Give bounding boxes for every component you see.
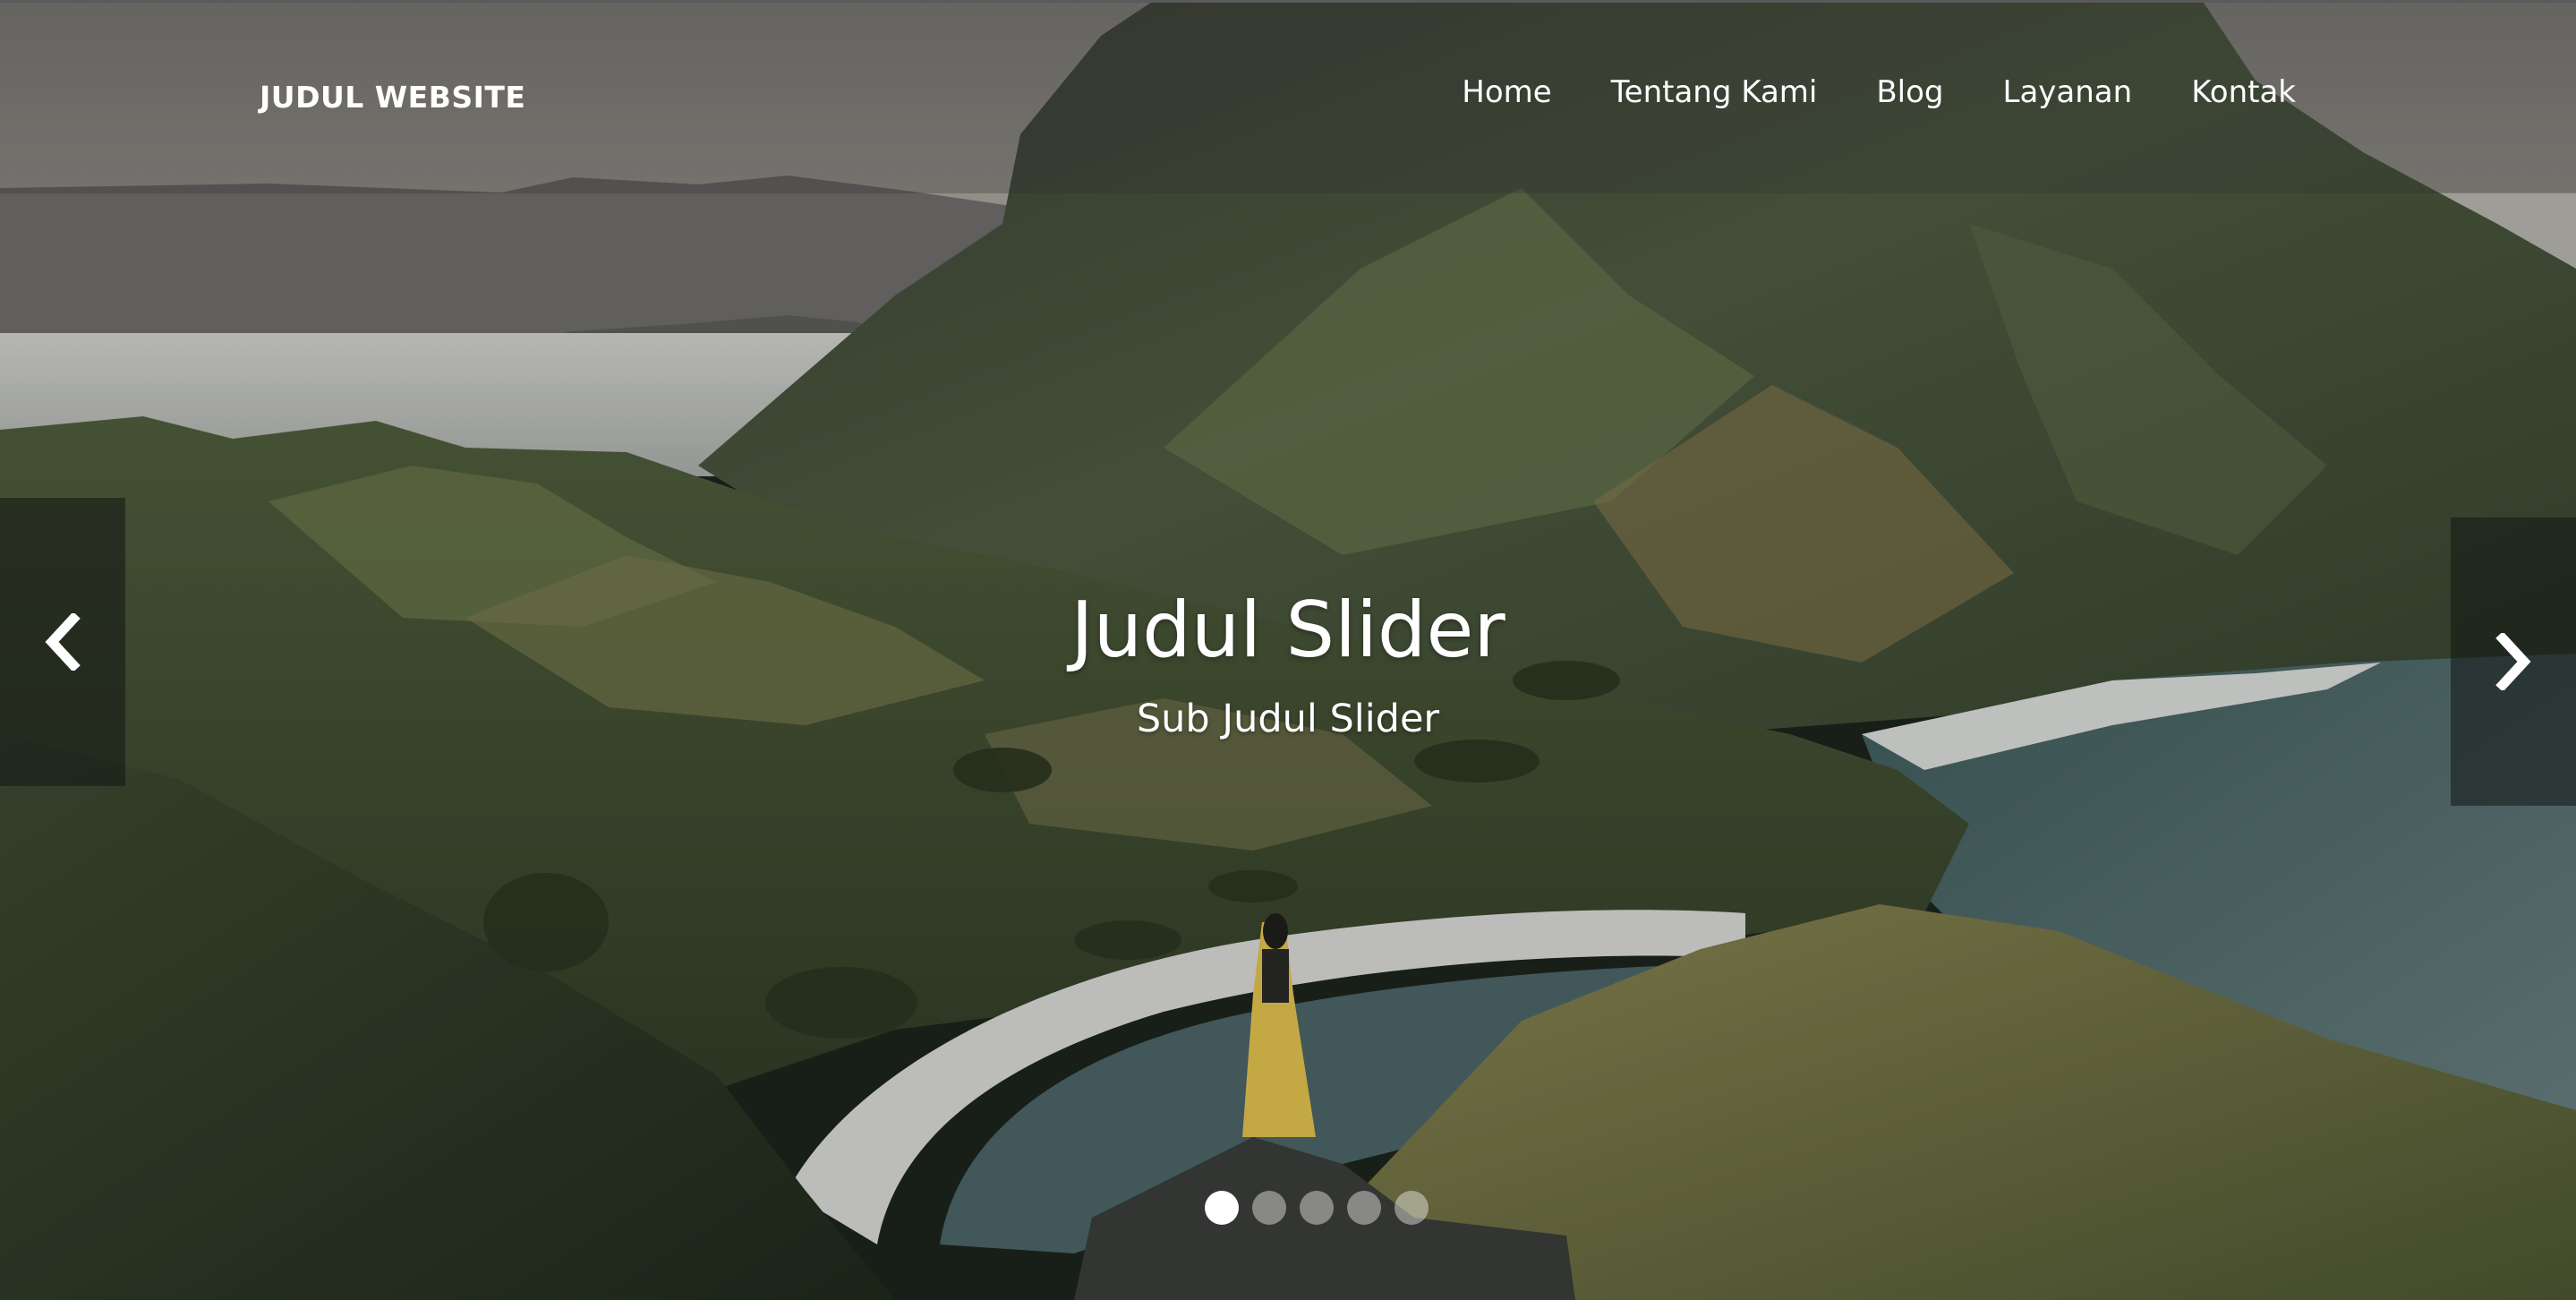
site-brand[interactable]: JUDUL WEBSITE <box>260 80 525 115</box>
nav-item-layanan[interactable]: Layanan <box>2003 74 2133 110</box>
slider-title: Judul Slider <box>1070 586 1506 675</box>
slider-next-button[interactable] <box>2451 517 2576 806</box>
slider-indicator-5[interactable] <box>1395 1191 1429 1225</box>
chevron-left-icon <box>45 613 81 671</box>
nav-item-kontak[interactable]: Kontak <box>2191 74 2296 110</box>
nav-item-tentang-kami[interactable]: Tentang Kami <box>1611 74 1818 110</box>
slider-indicator-4[interactable] <box>1347 1191 1381 1225</box>
chevron-right-icon <box>2495 633 2531 690</box>
slider-indicator-3[interactable] <box>1300 1191 1334 1225</box>
nav-item-home[interactable]: Home <box>1462 74 1551 110</box>
nav-item-blog[interactable]: Blog <box>1876 74 1943 110</box>
hero-slider: JUDUL WEBSITE Home Tentang Kami Blog Lay… <box>0 0 2576 1300</box>
slider-indicator-2[interactable] <box>1252 1191 1286 1225</box>
slider-prev-button[interactable] <box>0 498 125 786</box>
navbar: JUDUL WEBSITE Home Tentang Kami Blog Lay… <box>0 0 2576 193</box>
slider-subtitle: Sub Judul Slider <box>1136 697 1440 741</box>
nav-menu: Home Tentang Kami Blog Layanan Kontak <box>1462 74 2296 110</box>
slider-indicators <box>1205 1191 1429 1225</box>
slider-indicator-1[interactable] <box>1205 1191 1239 1225</box>
